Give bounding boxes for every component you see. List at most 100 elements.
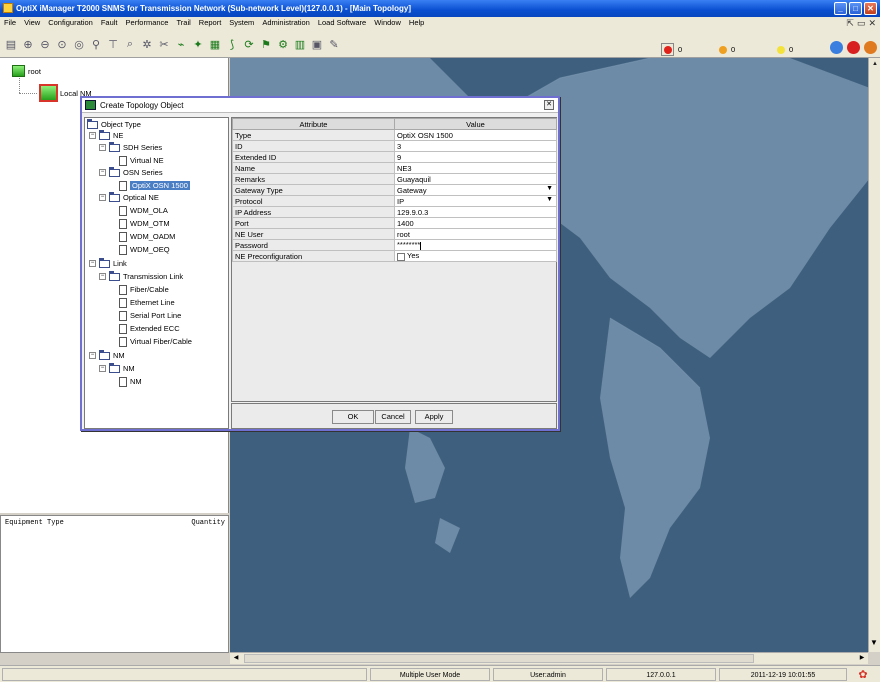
- menu-view[interactable]: View: [20, 17, 44, 29]
- ne-manager-icon[interactable]: ▦: [207, 37, 223, 52]
- network-icon[interactable]: ✦: [190, 37, 206, 52]
- apply-button[interactable]: Apply: [415, 410, 453, 424]
- tree-node-ethernet-line[interactable]: Ethernet Line: [119, 297, 175, 308]
- gateway-type-select[interactable]: Gateway: [394, 184, 557, 196]
- menu-system[interactable]: System: [225, 17, 258, 29]
- id-field[interactable]: 3: [394, 140, 557, 152]
- tree-node-wdm-oeq[interactable]: WDM_OEQ: [119, 244, 170, 255]
- map-vertical-scrollbar[interactable]: ▲ ▼: [868, 58, 880, 652]
- tree-node-wdm-oadm[interactable]: WDM_OADM: [119, 231, 175, 242]
- scroll-down-arrow-icon[interactable]: ▼: [870, 638, 880, 650]
- tree-node-object-type[interactable]: Object Type: [87, 118, 141, 130]
- menu-fault[interactable]: Fault: [97, 17, 122, 29]
- tree-node-extended-ecc[interactable]: Extended ECC: [119, 323, 180, 334]
- settings-icon[interactable]: ✲: [139, 37, 155, 52]
- alarm-icon[interactable]: ⚑: [258, 37, 274, 52]
- password-field[interactable]: ********: [394, 239, 557, 251]
- chart-icon[interactable]: ▥: [292, 37, 308, 52]
- menu-report[interactable]: Report: [195, 17, 226, 29]
- tree-node-serial-port-line[interactable]: Serial Port Line: [119, 310, 181, 321]
- protocol-select[interactable]: IP: [394, 195, 557, 207]
- tree-node-link[interactable]: − Link: [89, 257, 127, 269]
- scroll-left-arrow-icon[interactable]: ◀: [230, 653, 242, 664]
- menu-window[interactable]: Window: [370, 17, 405, 29]
- ok-button[interactable]: OK: [332, 410, 374, 424]
- tree-node-virtual-fiber-cable[interactable]: Virtual Fiber/Cable: [119, 336, 192, 347]
- maximize-button[interactable]: □: [849, 2, 862, 15]
- tree-node-nm[interactable]: − NM: [89, 349, 125, 361]
- tree-node-transmission-link[interactable]: − Transmission Link: [99, 270, 183, 282]
- collapse-icon[interactable]: −: [99, 365, 106, 372]
- mdi-maximize-icon[interactable]: ▭: [857, 18, 866, 29]
- tree-node-ne[interactable]: − NE: [89, 129, 123, 141]
- tree-node-wdm-otm[interactable]: WDM_OTM: [119, 218, 170, 229]
- exit-icon[interactable]: [864, 41, 877, 54]
- filter-icon[interactable]: ⊤: [105, 37, 121, 52]
- cancel-button[interactable]: Cancel: [375, 410, 411, 424]
- collapse-icon[interactable]: −: [99, 194, 106, 201]
- tree-node-sdh-series[interactable]: − SDH Series: [99, 141, 162, 153]
- tree-node-wdm-ola[interactable]: WDM_OLA: [119, 205, 168, 216]
- zoom-out-icon[interactable]: ⊖: [37, 37, 53, 52]
- map-horizontal-scrollbar[interactable]: ◀ ▶: [230, 652, 868, 664]
- zoom-fit-icon[interactable]: ⊙: [54, 37, 70, 52]
- print-icon[interactable]: ▤: [3, 37, 19, 52]
- tools-icon[interactable]: ✂: [156, 37, 172, 52]
- lock-icon[interactable]: ⚲: [88, 37, 104, 52]
- value-column-header[interactable]: Value: [394, 118, 557, 130]
- quantity-header[interactable]: Quantity: [191, 519, 225, 527]
- menu-configuration[interactable]: Configuration: [44, 17, 97, 29]
- tree-node-osn-series[interactable]: − OSN Series: [99, 166, 163, 178]
- minor-alarm-indicator[interactable]: 0: [777, 45, 835, 54]
- tree-node-virtual-ne[interactable]: Virtual NE: [119, 155, 164, 166]
- port-field[interactable]: 1400: [394, 217, 557, 229]
- menu-load-software[interactable]: Load Software: [314, 17, 370, 29]
- find-icon[interactable]: ⌕: [122, 37, 138, 52]
- link-icon[interactable]: ⟆: [224, 37, 240, 52]
- performance-icon[interactable]: ⚙: [275, 37, 291, 52]
- tree-node-fiber-cable[interactable]: Fiber/Cable: [119, 284, 169, 295]
- tree-node-optix-osn-1500[interactable]: OptiX OSN 1500: [119, 180, 190, 191]
- scroll-up-arrow-icon[interactable]: ▲: [869, 58, 880, 70]
- topology-icon[interactable]: ⌁: [173, 37, 189, 52]
- tree-node-nm-group[interactable]: − NM: [99, 362, 135, 374]
- edit-icon[interactable]: ✎: [326, 37, 342, 52]
- tree-node-root[interactable]: root: [12, 65, 41, 77]
- mdi-close-icon[interactable]: ✕: [868, 18, 876, 29]
- equipment-type-header[interactable]: Equipment Type: [5, 519, 64, 527]
- close-button[interactable]: ✕: [864, 2, 877, 15]
- zoom-in-icon[interactable]: ⊕: [20, 37, 36, 52]
- tree-node-optical-ne[interactable]: − Optical NE: [99, 191, 159, 203]
- collapse-icon[interactable]: −: [99, 169, 106, 176]
- ne-user-field[interactable]: root: [394, 228, 557, 240]
- menu-trail[interactable]: Trail: [172, 17, 194, 29]
- collapse-icon[interactable]: −: [99, 273, 106, 280]
- ip-address-field[interactable]: 129.9.0.3: [394, 206, 557, 218]
- collapse-icon[interactable]: −: [99, 144, 106, 151]
- major-alarm-indicator[interactable]: 0: [719, 45, 777, 54]
- collapse-icon[interactable]: −: [89, 132, 96, 139]
- horizontal-scroll-thumb[interactable]: [244, 654, 754, 663]
- dialog-close-icon[interactable]: ✕: [544, 100, 554, 110]
- menu-performance[interactable]: Performance: [122, 17, 173, 29]
- info-icon[interactable]: [830, 41, 843, 54]
- menu-file[interactable]: File: [0, 17, 20, 29]
- extended-id-field[interactable]: 9: [394, 151, 557, 163]
- zoom-select-icon[interactable]: ◎: [71, 37, 87, 52]
- scroll-right-arrow-icon[interactable]: ▶: [856, 653, 868, 664]
- tree-node-nm-leaf[interactable]: NM: [119, 376, 142, 387]
- trail-icon[interactable]: ⟳: [241, 37, 257, 52]
- menu-administration[interactable]: Administration: [258, 17, 314, 29]
- stop-icon[interactable]: [847, 41, 860, 54]
- collapse-icon[interactable]: −: [89, 352, 96, 359]
- report-icon[interactable]: ▣: [309, 37, 325, 52]
- remarks-field[interactable]: Guayaquil: [394, 173, 557, 185]
- name-field[interactable]: NE3: [394, 162, 557, 174]
- minimize-button[interactable]: _: [834, 2, 847, 15]
- critical-alarm-indicator[interactable]: 0: [661, 43, 719, 56]
- attribute-column-header[interactable]: Attribute: [232, 118, 395, 130]
- mdi-restore-icon[interactable]: ⇱: [846, 18, 854, 29]
- preconfiguration-checkbox[interactable]: [397, 252, 405, 261]
- collapse-icon[interactable]: −: [89, 260, 96, 267]
- menu-help[interactable]: Help: [405, 17, 428, 29]
